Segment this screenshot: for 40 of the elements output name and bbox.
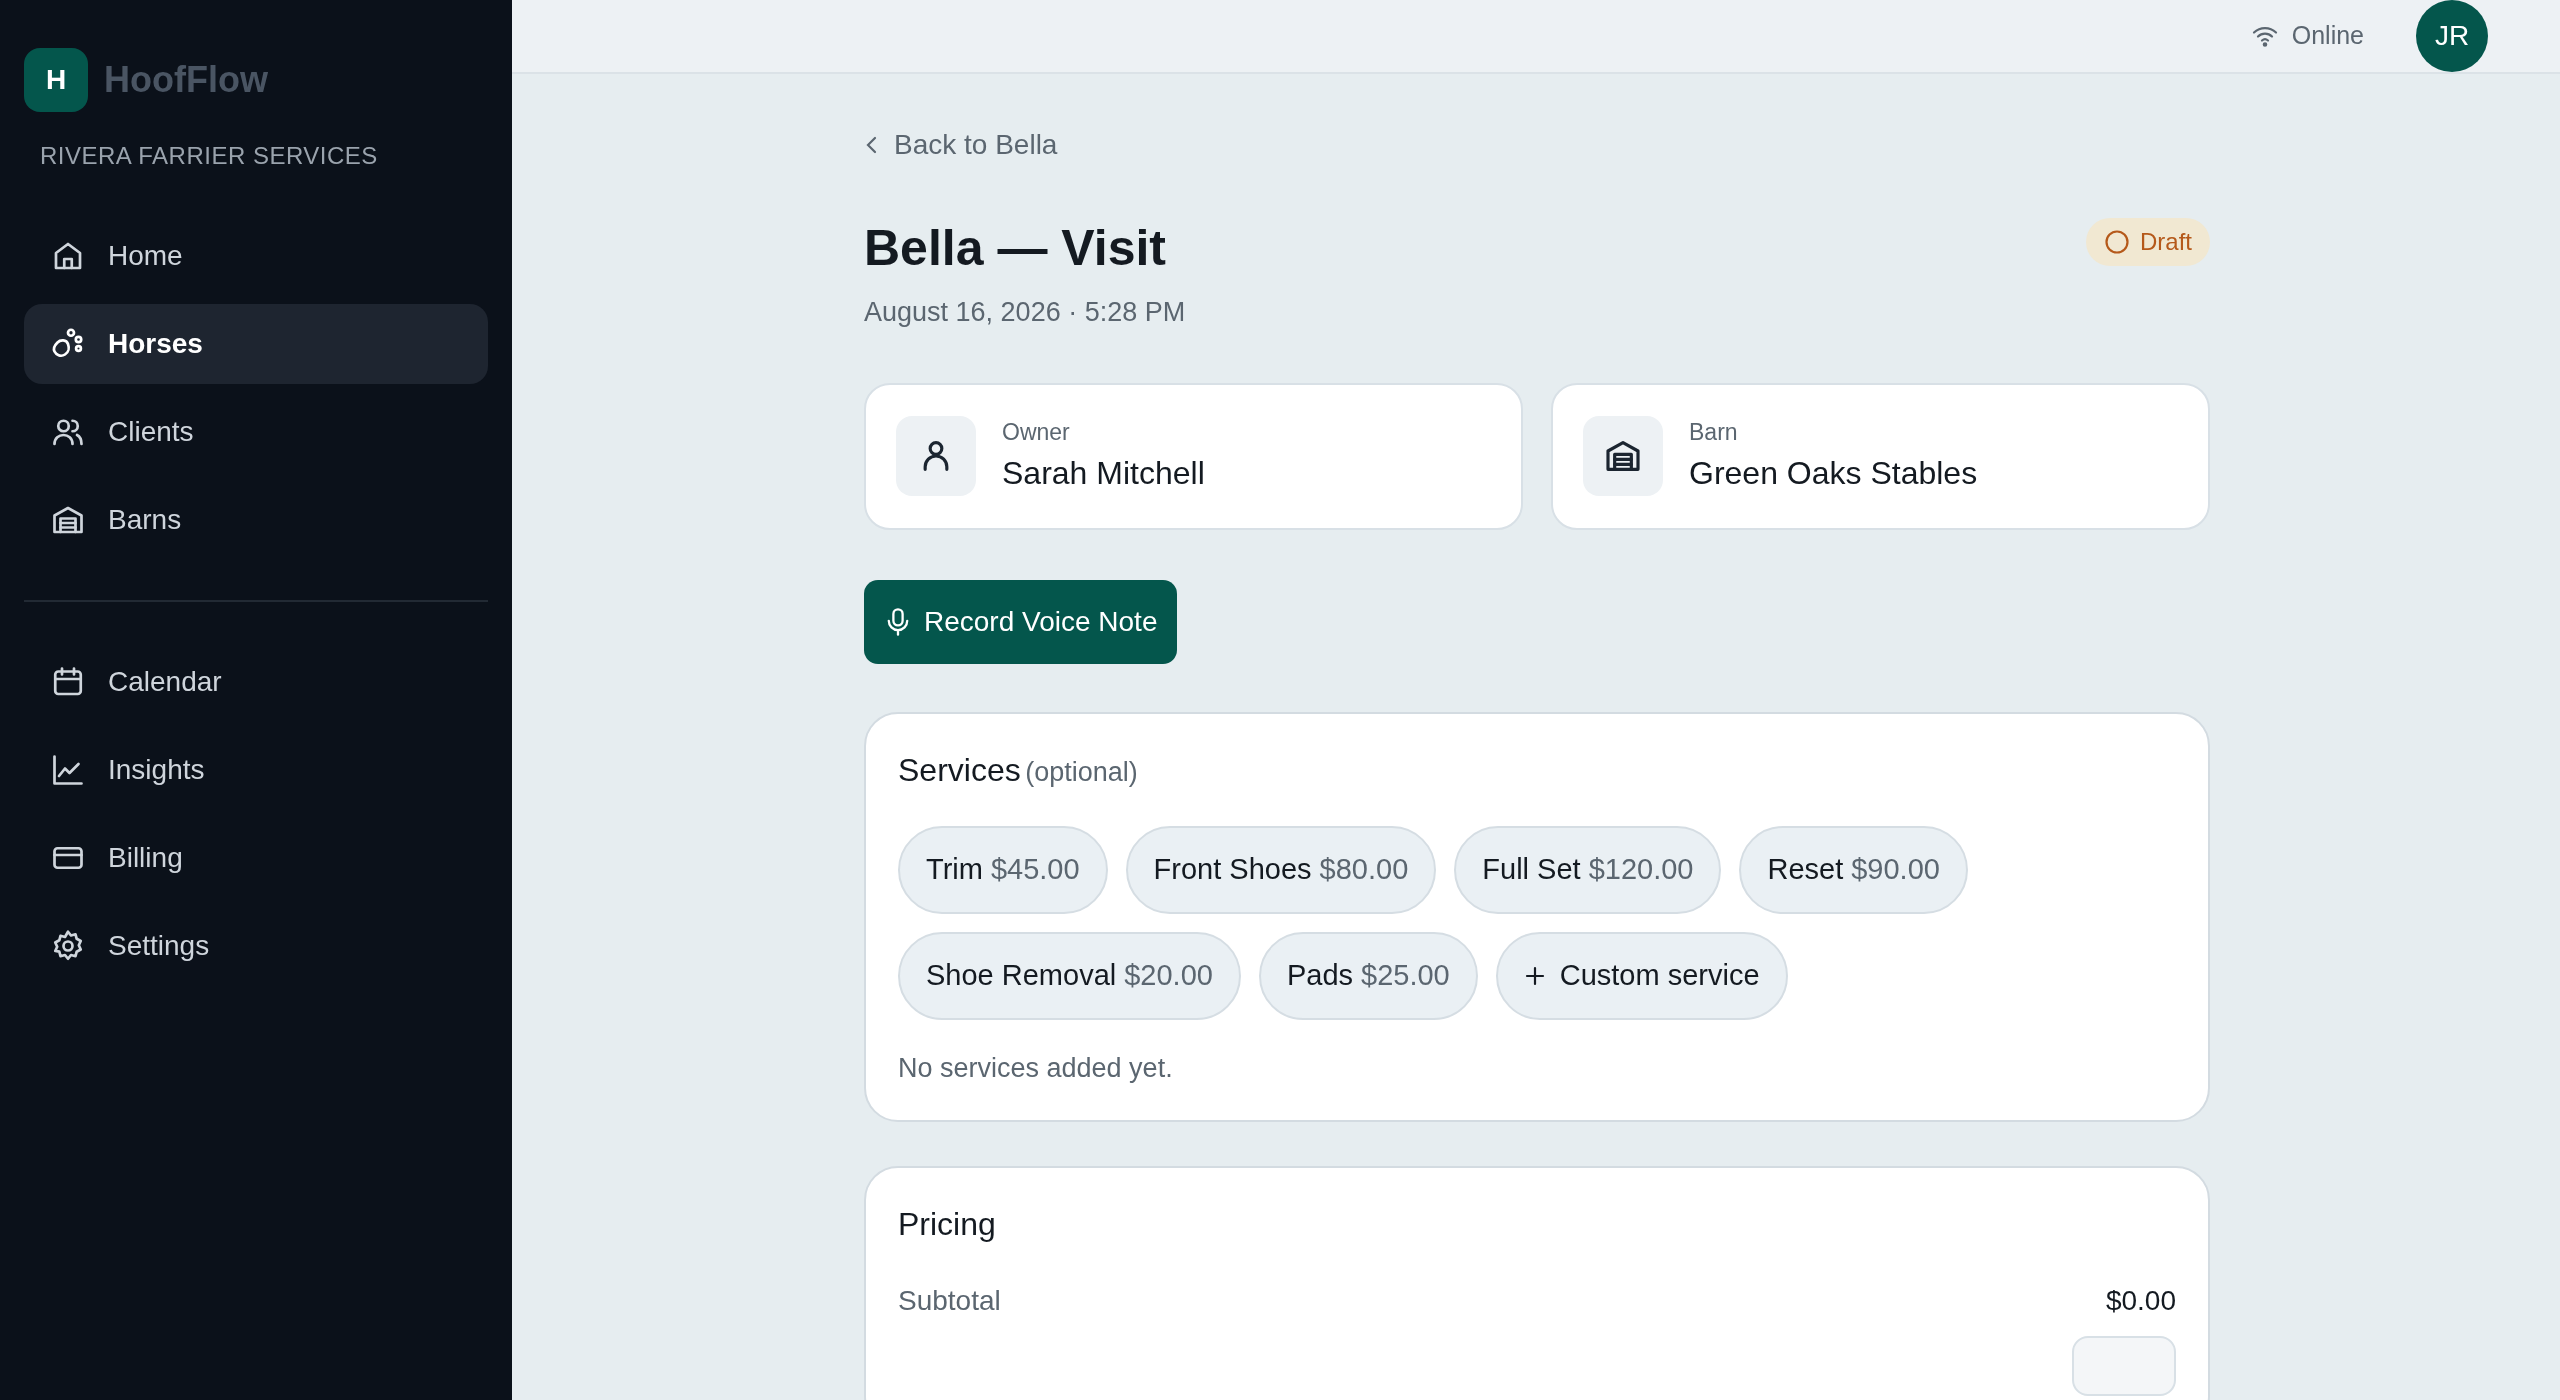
back-link[interactable]: Back to Bella xyxy=(864,124,1058,166)
empty-message: No services added yet. xyxy=(898,1051,1174,1085)
wifi-icon xyxy=(2251,25,2278,47)
nav-item[interactable]: Barns xyxy=(24,480,488,560)
nav-item[interactable]: Clients xyxy=(24,392,488,472)
nav-item[interactable]: Home xyxy=(24,216,488,296)
app-logo: H xyxy=(24,48,88,112)
service-chip[interactable]: Full Set $120.00 xyxy=(1454,825,1722,914)
section-title: Pricing xyxy=(898,1205,997,1244)
field-value: Sarah Mitchell xyxy=(1002,454,1205,494)
visit-datetime: August 16, 2026 · 5:28 PM xyxy=(864,296,1187,329)
company-name: RIVERA FARRIER SERVICES xyxy=(40,141,379,171)
field-label: Barn xyxy=(1689,417,1739,447)
row-value: $0.00 xyxy=(2105,1284,2176,1318)
row-label: Subtotal xyxy=(898,1284,1001,1318)
service-chip[interactable]: Shoe Removal $20.00 xyxy=(898,931,1241,1020)
plus-icon xyxy=(1523,964,1546,987)
service-chip[interactable]: Front Shoes $80.00 xyxy=(1125,825,1437,914)
field-label: Owner xyxy=(1002,417,1071,447)
record-voice-note-button[interactable]: Record Voice Note xyxy=(864,579,1178,664)
service-chip[interactable]: Trim $45.00 xyxy=(898,825,1108,914)
page-title: Bella — Visit xyxy=(864,219,1166,278)
optional-hint: (optional) xyxy=(1025,756,1138,787)
section-title: Services xyxy=(898,751,1021,788)
nav-item[interactable]: Insights xyxy=(24,730,488,810)
line-chart-icon xyxy=(50,752,86,788)
custom-service-button[interactable]: Custom service xyxy=(1495,931,1788,1020)
service-chip[interactable]: Pads $25.00 xyxy=(1258,931,1478,1020)
field-value: Green Oaks Stables xyxy=(1689,454,1978,494)
app-name: HoofFlow xyxy=(104,58,268,102)
connection-status: Online xyxy=(2291,20,2364,52)
nav-item[interactable]: Horses xyxy=(24,304,488,384)
nav-item[interactable]: Billing xyxy=(24,818,488,898)
status-badge: Draft xyxy=(2086,218,2210,266)
user-avatar[interactable]: JR xyxy=(2416,0,2488,72)
nav-item[interactable]: Calendar xyxy=(24,642,488,722)
nav-item[interactable]: Settings xyxy=(24,906,488,986)
service-chip[interactable]: Reset $90.00 xyxy=(1739,825,1968,914)
circle-icon xyxy=(2104,229,2130,255)
input-field[interactable] xyxy=(2072,1336,2176,1396)
